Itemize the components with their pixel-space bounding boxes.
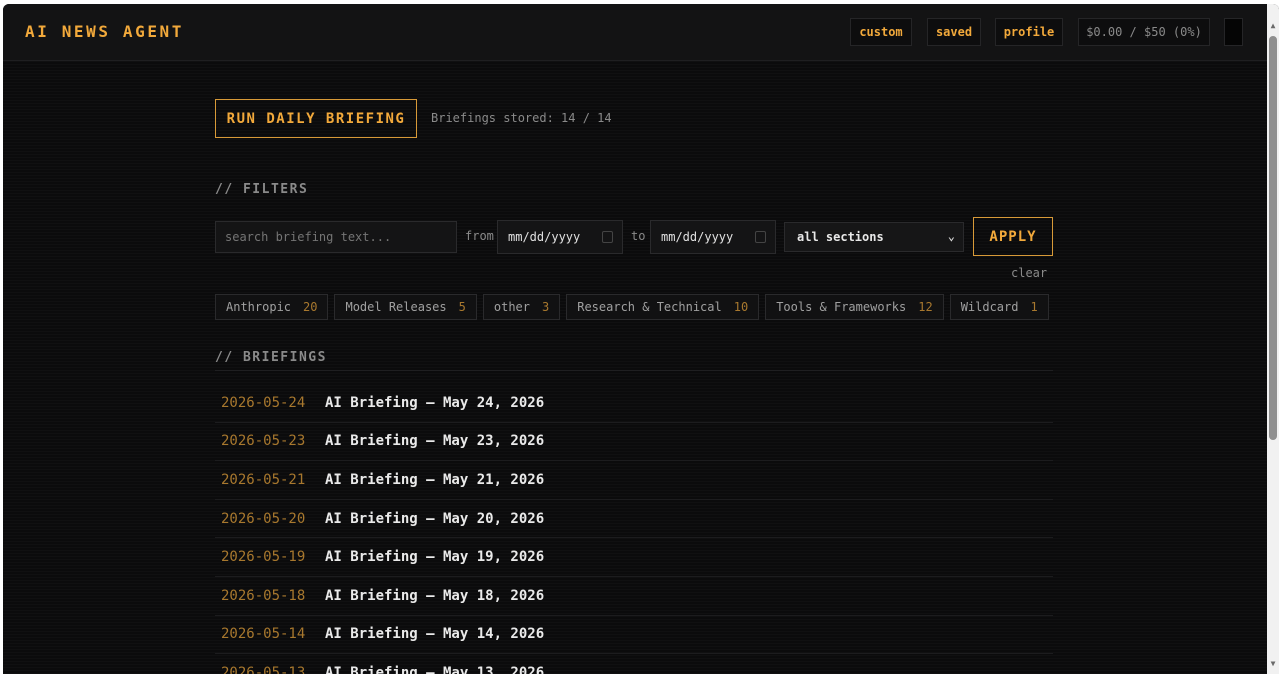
briefing-date: 2026-05-24 [221,394,306,411]
app-title: AI NEWS AGENT [25,22,185,41]
chevron-down-icon: ⌄ [947,229,955,243]
from-label: from [465,229,494,243]
clear-link[interactable]: clear [1011,266,1047,280]
chip-count: 12 [918,300,933,314]
profile-button[interactable]: profile [995,18,1063,46]
briefing-date: 2026-05-23 [221,433,306,450]
chip-count: 20 [303,300,318,314]
chip-count: 5 [458,300,466,314]
to-label: to [631,229,646,243]
chip-label: other [493,300,530,314]
chip-count: 10 [733,300,749,314]
custom-button[interactable]: custom [850,18,912,46]
app-window: AI NEWS AGENT custom saved profile $0.00… [3,4,1279,674]
briefing-row[interactable]: 2026-05-14 AI Briefing — May 14, 2026 [215,616,1053,655]
section-chips: Anthropic 20 Model Releases 5 other 3 Re… [215,294,1049,320]
briefing-row[interactable]: 2026-05-20 AI Briefing — May 20, 2026 [215,500,1053,539]
chip-label: Wildcard [960,300,1019,314]
briefing-title[interactable]: AI Briefing — May 19, 2026 [325,549,544,565]
briefing-row[interactable]: 2026-05-24 AI Briefing — May 24, 2026 [215,384,1053,423]
briefing-date: 2026-05-21 [221,471,306,488]
scroll-up-icon[interactable]: ▲ [1269,22,1277,30]
briefing-date: 2026-05-14 [221,626,306,643]
briefings-list: 2026-05-24 AI Briefing — May 24, 2026 20… [215,384,1053,674]
briefing-title[interactable]: AI Briefing — May 18, 2026 [325,588,544,604]
divider [215,370,1053,371]
search-input[interactable] [215,221,457,253]
from-date-input[interactable]: mm/dd/yyyy [497,220,623,254]
budget-indicator[interactable]: $0.00 / $50 (0%) [1078,18,1210,46]
section-select-value: all sections [797,230,884,244]
briefing-title[interactable]: AI Briefing — May 13, 2026 [325,665,544,674]
chip-other[interactable]: other 3 [482,294,561,320]
filters-heading: // FILTERS [215,182,309,197]
apply-button[interactable]: APPLY [973,217,1053,256]
menu-toggle-button[interactable] [1224,18,1243,46]
chip-label: Tools & Frameworks [776,300,907,314]
briefing-date: 2026-05-19 [221,549,306,566]
saved-button[interactable]: saved [927,18,981,46]
briefing-row[interactable]: 2026-05-23 AI Briefing — May 23, 2026 [215,423,1053,462]
briefing-date: 2026-05-13 [221,664,306,674]
briefings-stored-count: Briefings stored: 14 / 14 [431,111,612,125]
chip-model-releases[interactable]: Model Releases 5 [334,294,477,320]
calendar-icon[interactable] [755,231,766,243]
chip-wildcard[interactable]: Wildcard 1 [949,294,1049,320]
chip-research-technical[interactable]: Research & Technical 10 [566,294,760,320]
to-date-input[interactable]: mm/dd/yyyy [650,220,776,254]
chip-anthropic[interactable]: Anthropic 20 [215,294,329,320]
briefing-row[interactable]: 2026-05-19 AI Briefing — May 19, 2026 [215,538,1053,577]
calendar-icon[interactable] [602,231,613,243]
scrollbar-thumb[interactable] [1269,36,1277,440]
briefing-title[interactable]: AI Briefing — May 21, 2026 [325,472,544,488]
chip-label: Research & Technical [577,300,722,314]
briefing-row[interactable]: 2026-05-18 AI Briefing — May 18, 2026 [215,577,1053,616]
briefing-title[interactable]: AI Briefing — May 14, 2026 [325,626,544,642]
briefing-row[interactable]: 2026-05-13 AI Briefing — May 13, 2026 [215,654,1053,674]
section-select[interactable]: all sections ⌄ [784,222,964,252]
top-bar: AI NEWS AGENT custom saved profile $0.00… [3,4,1267,61]
chip-tools-frameworks[interactable]: Tools & Frameworks 12 [765,294,944,320]
briefing-title[interactable]: AI Briefing — May 23, 2026 [325,433,544,449]
scroll-down-icon[interactable]: ▼ [1269,660,1277,668]
run-daily-briefing-button[interactable]: RUN DAILY BRIEFING [215,99,417,138]
briefings-heading: // BRIEFINGS [215,350,327,365]
chip-count: 1 [1030,300,1038,314]
chip-count: 3 [542,300,550,314]
briefing-title[interactable]: AI Briefing — May 24, 2026 [325,395,544,411]
briefing-date: 2026-05-18 [221,587,306,604]
scrollbar[interactable]: ▲ ▼ [1267,4,1279,674]
chip-label: Anthropic [226,300,292,314]
briefing-row[interactable]: 2026-05-21 AI Briefing — May 21, 2026 [215,461,1053,500]
to-date-value: mm/dd/yyyy [661,230,734,244]
briefing-title[interactable]: AI Briefing — May 20, 2026 [325,511,544,527]
chip-label: Model Releases [345,300,447,314]
briefing-date: 2026-05-20 [221,510,306,527]
from-date-value: mm/dd/yyyy [508,230,581,244]
